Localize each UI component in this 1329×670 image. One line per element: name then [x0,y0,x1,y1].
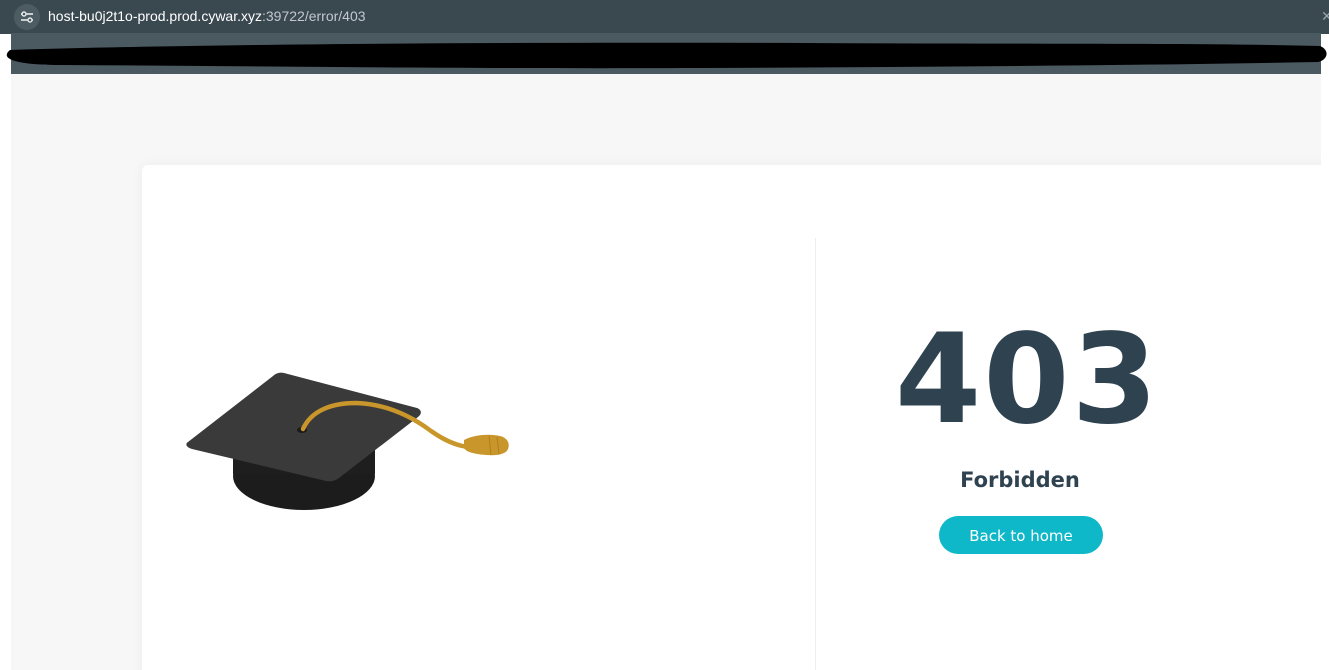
error-title: Forbidden [960,468,1080,492]
redaction-mark [6,42,1327,69]
error-code: 403 [895,308,1160,452]
address-bar[interactable]: host-bu0j2t1o-prod.prod.cywar.xyz:39722/… [0,0,1329,33]
url-host: host-bu0j2t1o-prod.prod.cywar.xyz [48,8,262,24]
url-path: :39722/error/403 [262,8,366,24]
page-content: 403 Forbidden Back to home [11,74,1321,670]
close-icon[interactable]: ✕ [1321,9,1329,25]
url-text[interactable]: host-bu0j2t1o-prod.prod.cywar.xyz:39722/… [48,8,366,25]
back-to-home-button[interactable]: Back to home [939,516,1103,554]
card-divider [815,238,816,670]
tune-icon[interactable] [14,4,40,30]
graduation-cap-icon [186,372,509,510]
